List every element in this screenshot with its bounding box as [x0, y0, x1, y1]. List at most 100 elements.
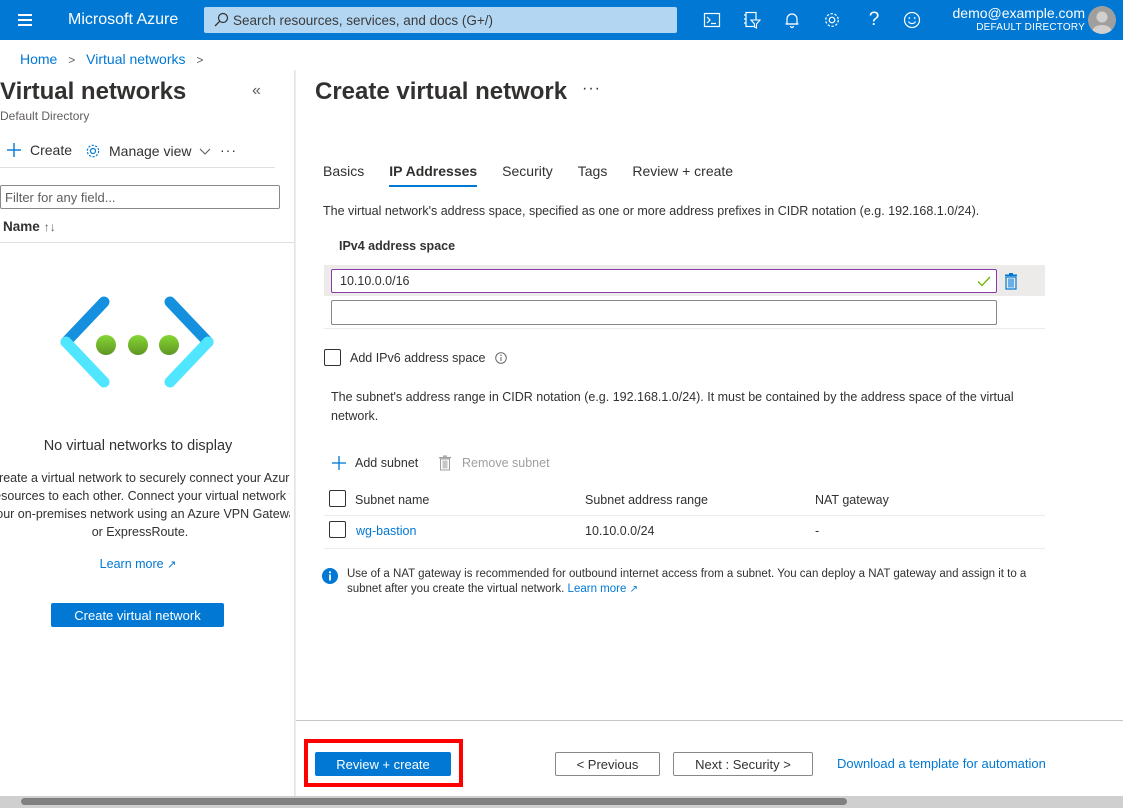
info-icon — [322, 568, 338, 584]
add-ipv6-label[interactable]: Add IPv6 address space — [350, 351, 486, 365]
virtual-networks-blade: Virtual networks Default Directory « Cre… — [0, 70, 294, 798]
tab-review-create[interactable]: Review + create — [632, 163, 733, 187]
remove-subnet-label: Remove subnet — [462, 456, 550, 470]
empty-state-title: No virtual networks to display — [43, 438, 233, 454]
cloud-shell-icon[interactable] — [702, 10, 722, 30]
tab-security[interactable]: Security — [502, 163, 553, 187]
previous-button[interactable]: < Previous — [555, 752, 660, 776]
add-ipv6-checkbox[interactable] — [324, 349, 341, 366]
tab-tags[interactable]: Tags — [578, 163, 608, 187]
plus-icon — [332, 456, 346, 470]
learn-more-link[interactable]: Learn more ↗ — [0, 557, 276, 571]
search-icon — [214, 12, 229, 27]
avatar[interactable] — [1088, 6, 1116, 34]
help-icon[interactable]: ? — [864, 10, 884, 30]
trash-icon — [439, 455, 451, 471]
filter-input[interactable] — [0, 185, 280, 209]
brand-title[interactable]: Microsoft Azure — [68, 11, 178, 29]
tab-ip-addresses[interactable]: IP Addresses — [389, 163, 477, 187]
row-checkbox[interactable] — [329, 521, 346, 538]
collapse-blade-icon[interactable]: « — [252, 82, 261, 100]
settings-icon[interactable] — [822, 10, 842, 30]
nat-learn-more-label: Learn more — [567, 583, 627, 595]
ipv4-address-input-empty[interactable] — [331, 300, 997, 325]
address-space-description: The virtual network's address space, spe… — [323, 204, 980, 218]
remove-subnet-button[interactable]: Remove subnet — [438, 455, 550, 471]
name-column-label: Name — [3, 219, 40, 234]
user-icon — [1092, 11, 1112, 34]
more-commands-button[interactable]: ··· — [220, 142, 237, 158]
manage-view-label: Manage view — [109, 143, 192, 159]
directory-filter-icon[interactable] — [742, 10, 762, 30]
next-security-button[interactable]: Next : Security > — [673, 752, 813, 776]
empty-state-description: Create a virtual network to securely con… — [0, 469, 290, 541]
blade-subtitle: Default Directory — [0, 109, 90, 123]
create-virtual-network-blade: Create virtual network ··· Basics IP Add… — [296, 70, 1123, 798]
tab-basics[interactable]: Basics — [323, 163, 364, 187]
column-nat-gateway: NAT gateway — [815, 493, 889, 507]
breadcrumb-separator: > — [68, 53, 76, 67]
empty-desc-line: Create a virtual network to securely con… — [0, 471, 290, 485]
feedback-icon[interactable] — [902, 10, 922, 30]
command-bar: Create Manage view ··· — [0, 138, 275, 168]
plus-icon — [7, 143, 21, 157]
subnet-table-header: Subnet name Subnet address range NAT gat… — [324, 486, 1045, 516]
ipv4-address-input[interactable] — [331, 269, 997, 293]
delete-icon[interactable] — [1002, 272, 1020, 290]
menu-icon[interactable] — [12, 11, 36, 29]
external-link-icon: ↗ — [167, 559, 177, 571]
horizontal-scrollbar[interactable] — [0, 796, 1123, 808]
manage-view-button[interactable]: Manage view — [84, 142, 212, 160]
breadcrumb-home[interactable]: Home — [20, 51, 57, 67]
divider — [0, 242, 294, 243]
subnet-name-link[interactable]: wg-bastion — [356, 524, 416, 538]
wizard-tabs: Basics IP Addresses Security Tags Review… — [323, 163, 758, 187]
breadcrumb: Home > Virtual networks > — [20, 51, 210, 67]
account-directory: DEFAULT DIRECTORY — [976, 22, 1085, 33]
subnet-description: The subnet's address range in CIDR notat… — [331, 390, 1014, 423]
more-actions-button[interactable]: ··· — [582, 80, 601, 98]
create-label: Create — [30, 142, 73, 158]
table-row: wg-bastion 10.10.0.0/24 - — [324, 517, 1045, 549]
search-input[interactable] — [233, 7, 673, 33]
gear-icon — [86, 144, 100, 158]
column-subnet-address-range: Subnet address range — [585, 493, 709, 507]
external-link-icon: ↗ — [629, 584, 638, 595]
empty-desc-line: your on-premises network using an Azure … — [0, 507, 290, 521]
nat-info-text: Use of a NAT gateway is recommended for … — [347, 567, 1047, 597]
virtual-network-illustration-icon — [60, 296, 214, 388]
create-button[interactable]: Create — [6, 142, 72, 158]
nat-info-body: Use of a NAT gateway is recommended for … — [347, 568, 1027, 595]
global-search[interactable] — [204, 7, 677, 33]
account-info[interactable]: demo@example.com DEFAULT DIRECTORY — [953, 5, 1086, 34]
account-email: demo@example.com — [952, 5, 1086, 21]
name-column-header[interactable]: Name ↑↓ — [3, 219, 56, 234]
add-subnet-label: Add subnet — [355, 456, 419, 470]
info-icon[interactable] — [495, 352, 507, 364]
notifications-icon[interactable] — [782, 10, 802, 30]
sort-icon: ↑↓ — [43, 220, 56, 234]
top-bar: Microsoft Azure ? demo@example.com — [0, 0, 1123, 40]
blade-title: Virtual networks — [0, 78, 187, 105]
ipv4-address-space-header: IPv4 address space — [339, 239, 456, 253]
download-template-link[interactable]: Download a template for automation — [837, 756, 1046, 771]
breadcrumb-virtual-networks[interactable]: Virtual networks — [86, 51, 185, 67]
empty-desc-line: or ExpressRoute. — [91, 525, 189, 539]
divider — [324, 328, 1045, 329]
page-title: Create virtual network — [315, 78, 568, 105]
subnet-address-range: 10.10.0.0/24 — [585, 524, 655, 538]
subnet-nat-gateway: - — [815, 524, 820, 538]
learn-more-label: Learn more — [99, 557, 164, 571]
valid-check-icon — [977, 276, 991, 287]
nat-learn-more-link[interactable]: Learn more ↗ — [568, 583, 638, 595]
review-create-button[interactable]: Review + create — [315, 752, 451, 776]
empty-desc-line: resources to each other. Connect your vi… — [0, 489, 290, 503]
add-subnet-button[interactable]: Add subnet — [331, 455, 418, 471]
chevron-down-icon — [199, 148, 210, 155]
column-subnet-name: Subnet name — [355, 493, 430, 507]
select-all-checkbox[interactable] — [329, 490, 346, 507]
footer-divider — [296, 720, 1123, 721]
breadcrumb-separator: > — [196, 53, 204, 67]
scrollbar-thumb[interactable] — [21, 798, 847, 805]
create-virtual-network-button[interactable]: Create virtual network — [51, 603, 224, 627]
